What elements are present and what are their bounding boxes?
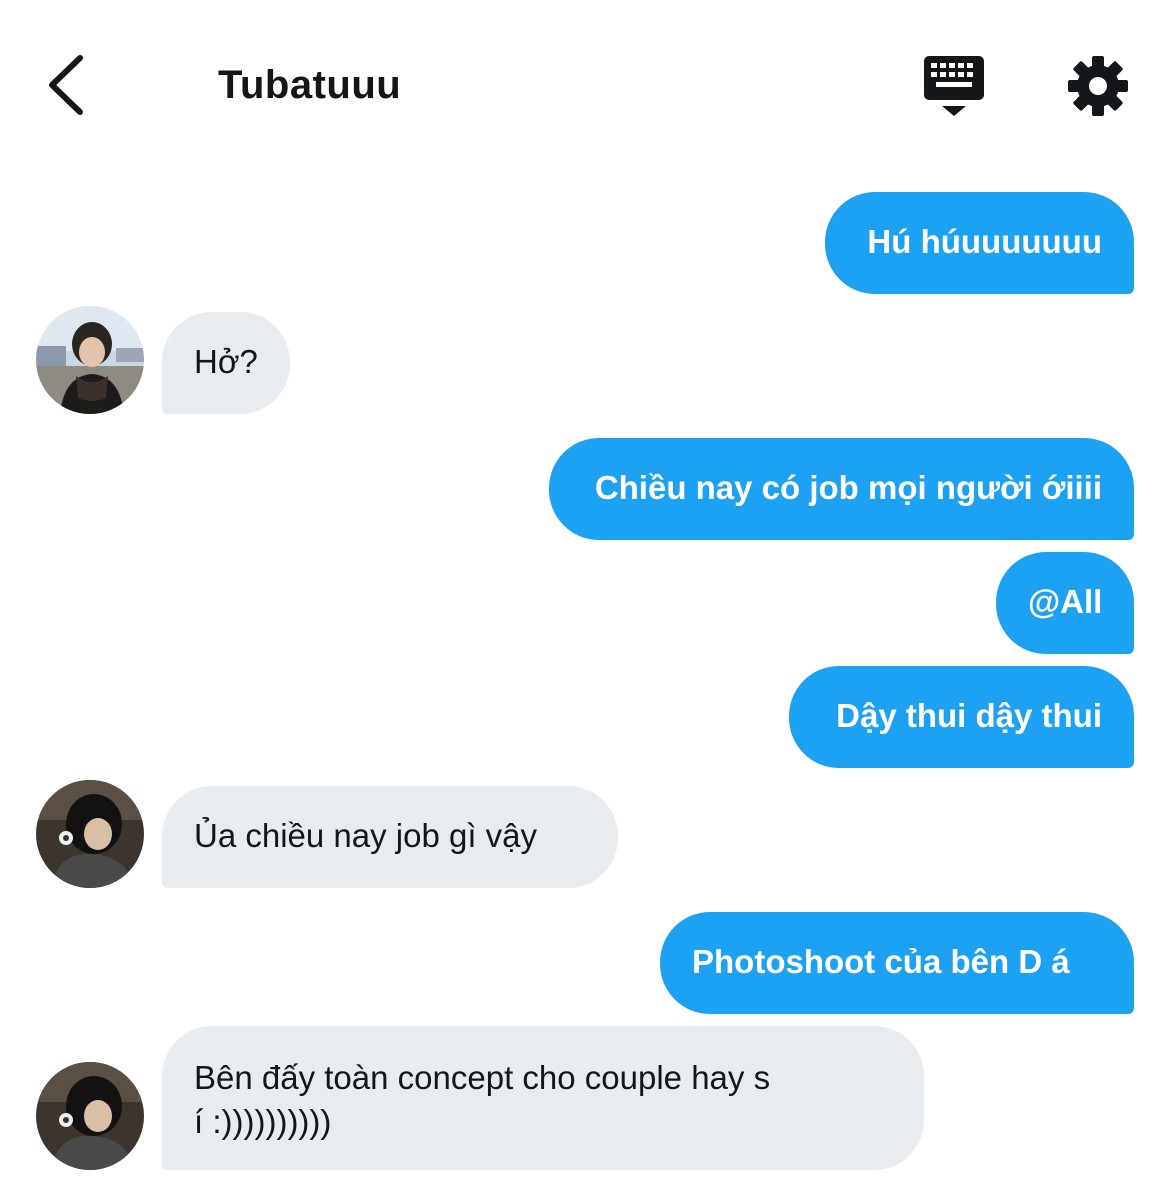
settings-button[interactable] [1066, 54, 1130, 118]
message-text: Chiều nay có job mọi người ớiiii [594, 469, 1102, 506]
avatar[interactable] [36, 780, 144, 888]
keyboard-toggle-button[interactable] [918, 52, 990, 122]
conversation-title[interactable]: Tubatuuu [218, 62, 401, 108]
message-bubble-outgoing[interactable]: Photoshoot của bên D á [660, 912, 1134, 1014]
avatar[interactable] [36, 1062, 144, 1170]
message-text: Hú húuuuuuuu [867, 223, 1102, 260]
conversation-header: Tubatuuu [0, 0, 1170, 170]
message-bubble-outgoing[interactable]: Chiều nay có job mọi người ớiiii [549, 438, 1134, 540]
avatar[interactable] [36, 306, 144, 414]
message-bubble-incoming[interactable]: Bên đấy toàn concept cho couple hay s í … [162, 1026, 924, 1170]
back-button[interactable] [40, 50, 96, 120]
avatar-photo [36, 1062, 144, 1170]
message-bubble-outgoing[interactable]: Dậy thui dậy thui [789, 666, 1134, 768]
avatar-photo [36, 780, 144, 888]
message-text: @All [1028, 583, 1103, 620]
message-text: Ủa chiều nay job gì vậy [194, 817, 538, 854]
keyboard-icon [924, 56, 984, 116]
message-bubble-outgoing[interactable]: @All [996, 552, 1134, 654]
message-text-line: í :)))))))))) [194, 1103, 332, 1140]
chevron-left-icon [49, 55, 83, 115]
message-text: Dậy thui dậy thui [836, 697, 1102, 734]
message-text: Photoshoot của bên D á [692, 943, 1070, 980]
avatar-photo [36, 306, 144, 414]
message-text-line: Bên đấy toàn concept cho couple hay s [194, 1059, 771, 1096]
message-text: Hở? [194, 343, 258, 380]
message-bubble-incoming[interactable]: Hở? [162, 312, 290, 414]
gear-icon [1068, 56, 1128, 116]
message-bubble-incoming[interactable]: Ủa chiều nay job gì vậy [162, 786, 618, 888]
message-bubble-outgoing[interactable]: Hú húuuuuuuu [825, 192, 1134, 294]
